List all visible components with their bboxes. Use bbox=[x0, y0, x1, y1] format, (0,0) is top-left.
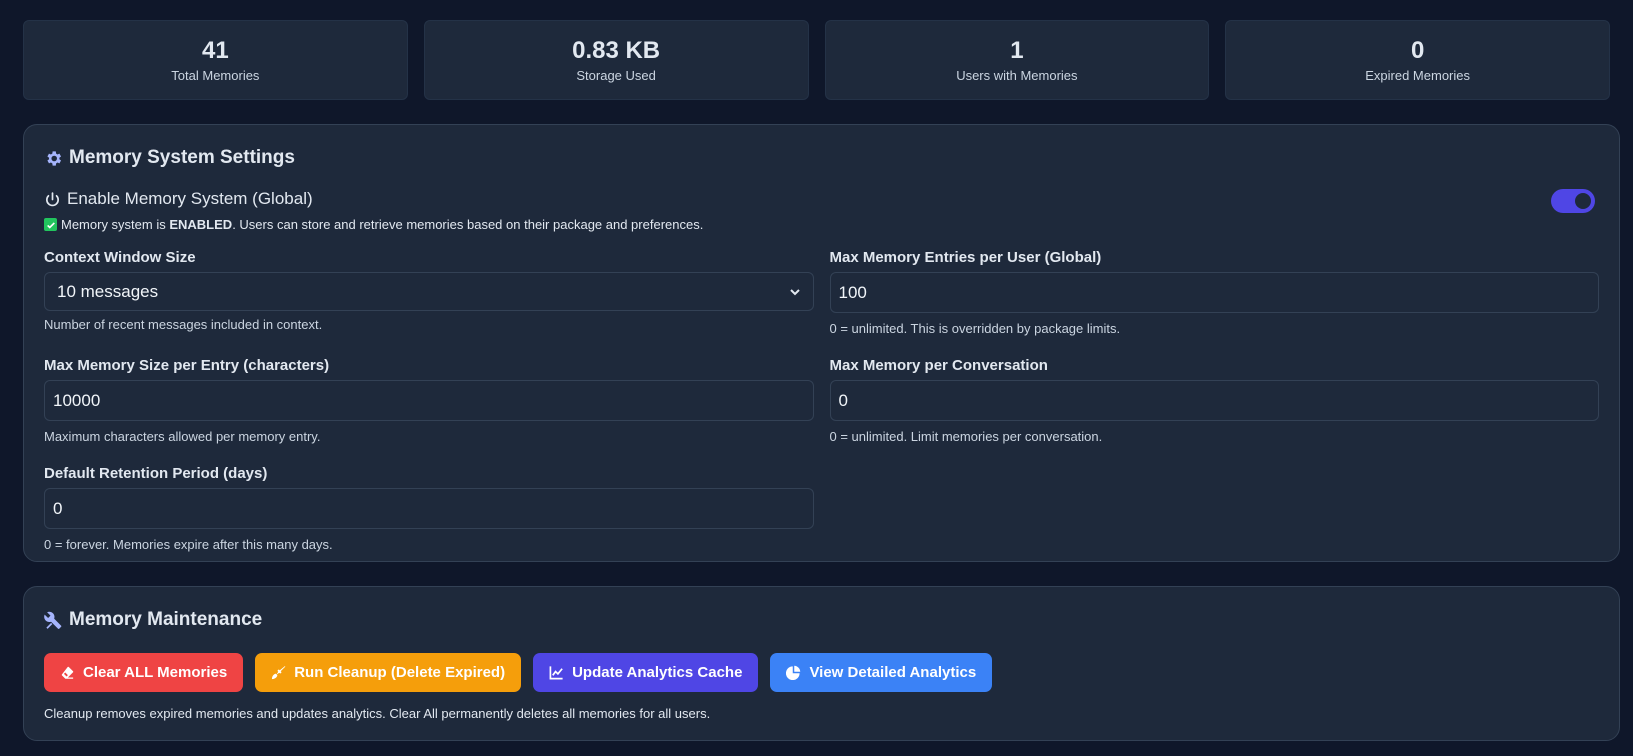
stat-value: 1 bbox=[1010, 37, 1024, 64]
stat-card-total-memories: 41 Total Memories bbox=[23, 20, 408, 100]
max-entries-input[interactable]: 100 bbox=[829, 272, 1599, 313]
stat-card-storage-used: 0.83 KB Storage Used bbox=[423, 20, 809, 100]
maintenance-help-text: Cleanup removes expired memories and upd… bbox=[44, 706, 711, 721]
field-help: Number of recent messages included in co… bbox=[44, 317, 323, 332]
max-per-conversation-field: Max Memory per Conversation 0 0 = unlimi… bbox=[829, 357, 1599, 444]
enable-memory-text: Enable Memory System (Global) bbox=[67, 189, 313, 208]
field-label: Default Retention Period (days) bbox=[44, 465, 268, 482]
line-chart-icon bbox=[549, 665, 564, 680]
update-analytics-cache-button[interactable]: Update Analytics Cache bbox=[533, 653, 759, 692]
stat-value: 0.83 KB bbox=[572, 37, 661, 64]
tools-icon bbox=[44, 611, 63, 630]
run-cleanup-button[interactable]: Run Cleanup (Delete Expired) bbox=[255, 653, 522, 692]
field-help: 0 = forever. Memories expire after this … bbox=[44, 537, 333, 552]
check-mark-icon bbox=[44, 218, 57, 231]
settings-title: Memory System Settings bbox=[44, 147, 1599, 169]
stat-label: Users with Memories bbox=[956, 68, 1078, 83]
status-suffix: . Users can store and retrieve memories … bbox=[232, 217, 704, 232]
stat-label: Total Memories bbox=[171, 68, 260, 83]
settings-title-text: Memory System Settings bbox=[69, 147, 295, 168]
stat-label: Storage Used bbox=[576, 68, 656, 83]
toggle-knob bbox=[1575, 193, 1591, 209]
power-icon bbox=[44, 191, 61, 208]
field-help: 0 = unlimited. This is overridden by pac… bbox=[829, 321, 1121, 336]
stat-value: 41 bbox=[202, 37, 229, 64]
enable-memory-toggle[interactable] bbox=[1551, 189, 1595, 213]
button-label: Run Cleanup (Delete Expired) bbox=[294, 664, 506, 681]
memory-settings-panel: Memory System Settings Enable Memory Sys… bbox=[23, 124, 1620, 562]
chevron-down-icon bbox=[789, 286, 801, 298]
max-per-conversation-input[interactable]: 0 bbox=[829, 380, 1599, 421]
maintenance-title: Memory Maintenance bbox=[44, 609, 1599, 631]
max-entries-field: Max Memory Entries per User (Global) 100… bbox=[829, 249, 1599, 336]
gear-icon bbox=[44, 149, 63, 168]
button-label: Clear ALL Memories bbox=[83, 664, 228, 681]
max-size-input[interactable]: 10000 bbox=[44, 380, 814, 421]
stat-card-users-with-memories: 1 Users with Memories bbox=[824, 20, 1210, 100]
select-value: 10 messages bbox=[57, 281, 159, 301]
enable-memory-row: Enable Memory System (Global) Memory sys… bbox=[44, 189, 1599, 232]
stat-card-expired-memories: 0 Expired Memories bbox=[1225, 20, 1610, 100]
status-prefix: Memory system is bbox=[61, 217, 170, 232]
retention-field: Default Retention Period (days) 0 0 = fo… bbox=[44, 465, 814, 552]
button-label: Update Analytics Cache bbox=[572, 664, 743, 681]
field-label: Max Memory per Conversation bbox=[829, 357, 1048, 374]
retention-input[interactable]: 0 bbox=[44, 488, 814, 529]
stats-row: 41 Total Memories 0.83 KB Storage Used 1… bbox=[23, 20, 1610, 100]
status-text: Memory system is ENABLED. Users can stor… bbox=[61, 217, 703, 232]
view-detailed-analytics-button[interactable]: View Detailed Analytics bbox=[770, 653, 993, 692]
broom-icon bbox=[271, 665, 286, 680]
field-help: 0 = unlimited. Limit memories per conver… bbox=[829, 429, 1103, 444]
max-size-field: Max Memory Size per Entry (characters) 1… bbox=[44, 357, 814, 444]
enable-memory-status: Memory system is ENABLED. Users can stor… bbox=[44, 217, 1599, 232]
stat-label: Expired Memories bbox=[1365, 68, 1470, 83]
pie-chart-icon bbox=[786, 665, 801, 680]
memory-admin-page: 41 Total Memories 0.83 KB Storage Used 1… bbox=[0, 0, 1633, 756]
button-label: View Detailed Analytics bbox=[809, 664, 977, 681]
field-label: Max Memory Size per Entry (characters) bbox=[44, 357, 330, 374]
field-help: Maximum characters allowed per memory en… bbox=[44, 429, 321, 444]
context-window-field: Context Window Size 10 messages Number o… bbox=[44, 249, 814, 336]
eraser-icon bbox=[60, 665, 75, 680]
clear-all-memories-button[interactable]: Clear ALL Memories bbox=[44, 653, 244, 692]
enable-memory-label: Enable Memory System (Global) bbox=[44, 189, 1599, 209]
memory-maintenance-panel: Memory Maintenance Clear ALL Memories Ru… bbox=[23, 586, 1620, 741]
maintenance-title-text: Memory Maintenance bbox=[69, 609, 263, 630]
field-label: Max Memory Entries per User (Global) bbox=[829, 249, 1102, 266]
status-strong: ENABLED bbox=[169, 217, 233, 232]
settings-grid: Context Window Size 10 messages Number o… bbox=[44, 249, 1599, 552]
stat-value: 0 bbox=[1410, 37, 1425, 64]
field-label: Context Window Size bbox=[44, 249, 196, 266]
maintenance-buttons: Clear ALL Memories Run Cleanup (Delete E… bbox=[44, 653, 1599, 692]
context-window-select[interactable]: 10 messages bbox=[44, 272, 814, 311]
